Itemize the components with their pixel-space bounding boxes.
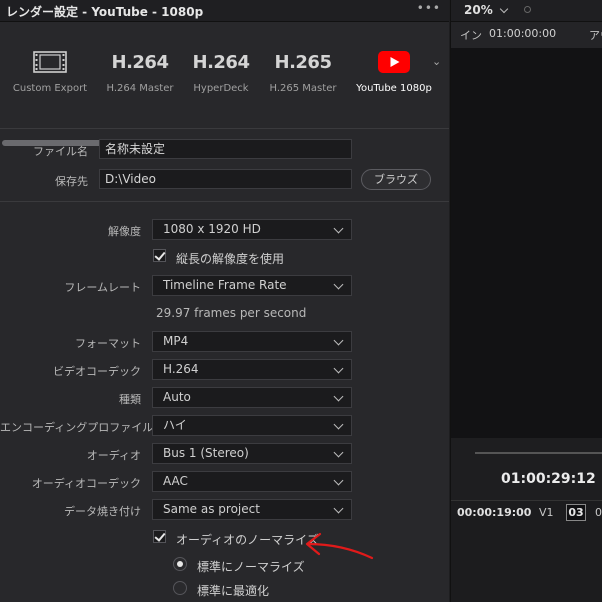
browse-button[interactable]: ブラウズ (361, 169, 431, 190)
normalize-standard-radio[interactable] (173, 557, 187, 571)
filename-label: ファイル名 (33, 145, 88, 158)
audio-normalize-label: オーディオのノーマライズ (176, 533, 319, 547)
youtube-icon (378, 51, 410, 73)
resolution-value: 1080 x 1920 HD (163, 222, 261, 236)
encoding-profile-value: ハイ (163, 418, 187, 432)
preset-custom-export[interactable]: Custom Export (5, 46, 95, 106)
format-value: MP4 (163, 334, 189, 348)
chevron-down-icon (333, 475, 344, 486)
film-icon (33, 51, 67, 73)
audio-codec-label: オーディオコーデック (31, 477, 141, 490)
preset-codec: H.265 (274, 51, 332, 73)
video-codec-value: H.264 (163, 362, 199, 376)
audio-normalize-checkbox[interactable] (153, 530, 166, 543)
type-select[interactable]: Auto (152, 387, 352, 408)
chevron-down-icon (333, 391, 344, 402)
filename-input[interactable]: 名称未設定 (99, 139, 352, 159)
in-out-bar: イン 01:00:00:00 アウト (451, 22, 602, 48)
timeline-strip: 00:00:19:00 V1 03 0 (451, 500, 602, 602)
next-value: 0 (595, 506, 602, 519)
video-codec-label: ビデオコーデック (53, 365, 141, 378)
preset-label: HyperDeck (193, 83, 249, 94)
normalize-optimize-radio[interactable] (173, 581, 187, 595)
annotation-arrow-icon (305, 532, 374, 560)
chevron-down-icon[interactable]: ⌄ (432, 55, 441, 68)
playhead-timecode: 01:00:29:12 (501, 471, 596, 487)
timeline-timecode: 00:00:19:00 (457, 506, 532, 519)
preset-h265-master[interactable]: H.265 H.265 Master (258, 46, 348, 106)
preset-codec: H.264 (192, 51, 250, 73)
resolution-label: 解像度 (108, 225, 141, 238)
preset-codec: H.264 (111, 51, 169, 73)
location-label: 保存先 (55, 175, 88, 188)
preset-label: YouTube 1080p (356, 83, 432, 94)
preset-h264-master[interactable]: H.264 H.264 Master (95, 46, 185, 106)
chevron-down-icon (333, 503, 344, 514)
track-label: V1 (539, 506, 554, 519)
audio-codec-select[interactable]: AAC (152, 471, 352, 492)
type-value: Auto (163, 390, 191, 404)
zoom-level[interactable]: 20% (464, 3, 493, 17)
panel-title-bar: レンダー設定 - YouTube - 1080p ••• (0, 0, 449, 22)
data-burn-select[interactable]: Same as project (152, 499, 352, 520)
out-label: アウト (589, 29, 602, 42)
file-section: ファイル名 名称未設定 保存先 D:\Video ブラウズ (0, 128, 449, 202)
scrubber[interactable] (475, 452, 602, 454)
preset-label: Custom Export (12, 83, 88, 94)
audio-value: Bus 1 (Stereo) (163, 446, 249, 460)
chevron-down-icon (333, 279, 344, 290)
in-label: イン (460, 29, 482, 42)
chevron-down-icon (333, 363, 344, 374)
normalize-optimize-label: 標準に最適化 (197, 584, 270, 598)
in-timecode: 01:00:00:00 (489, 27, 557, 40)
chevron-down-icon[interactable] (499, 4, 509, 14)
viewer-option-icon[interactable] (524, 6, 531, 13)
data-burn-label: データ焼き付け (64, 505, 141, 518)
resolution-select[interactable]: 1080 x 1920 HD (152, 219, 352, 240)
chevron-down-icon (333, 419, 344, 430)
vertical-resolution-checkbox[interactable] (153, 249, 166, 262)
viewer-panel: 20% イン 01:00:00:00 アウト 01:00:29:12 00:00… (450, 0, 602, 602)
framerate-label: フレームレート (64, 281, 141, 294)
chevron-down-icon (333, 335, 344, 346)
audio-label: オーディオ (86, 449, 141, 462)
framerate-select[interactable]: Timeline Frame Rate (152, 275, 352, 296)
normalize-standard-label: 標準にノーマライズ (197, 560, 305, 574)
preset-youtube-1080p[interactable]: YouTube 1080p (349, 46, 439, 106)
format-select[interactable]: MP4 (152, 331, 352, 352)
panel-title: レンダー設定 - YouTube - 1080p (6, 5, 204, 19)
video-codec-select[interactable]: H.264 (152, 359, 352, 380)
chevron-down-icon (333, 447, 344, 458)
location-input[interactable]: D:\Video (99, 169, 352, 189)
frame-box[interactable]: 03 (566, 504, 586, 521)
more-options-icon[interactable]: ••• (417, 1, 441, 15)
encoding-profile-label: エンコーディングプロファイル (0, 421, 154, 434)
video-preview[interactable] (451, 48, 602, 438)
render-settings-panel: レンダー設定 - YouTube - 1080p ••• Custom Expo… (0, 0, 449, 602)
data-burn-value: Same as project (163, 502, 260, 516)
vertical-resolution-label: 縦長の解像度を使用 (176, 252, 285, 266)
format-label: フォーマット (75, 337, 141, 350)
preset-hyperdeck[interactable]: H.264 HyperDeck (176, 46, 266, 106)
preset-label: H.264 Master (106, 83, 174, 94)
preset-label: H.265 Master (269, 83, 337, 94)
viewer-toolbar: 20% (451, 0, 602, 22)
framerate-value: Timeline Frame Rate (163, 278, 287, 292)
preset-strip: Custom Export H.264 H.264 Master H.264 H… (0, 22, 449, 146)
framerate-info: 29.97 frames per second (156, 306, 307, 320)
encoding-profile-select[interactable]: ハイ (152, 415, 352, 436)
type-label: 種類 (119, 393, 141, 406)
chevron-down-icon (333, 223, 344, 234)
audio-codec-value: AAC (163, 474, 188, 488)
audio-select[interactable]: Bus 1 (Stereo) (152, 443, 352, 464)
